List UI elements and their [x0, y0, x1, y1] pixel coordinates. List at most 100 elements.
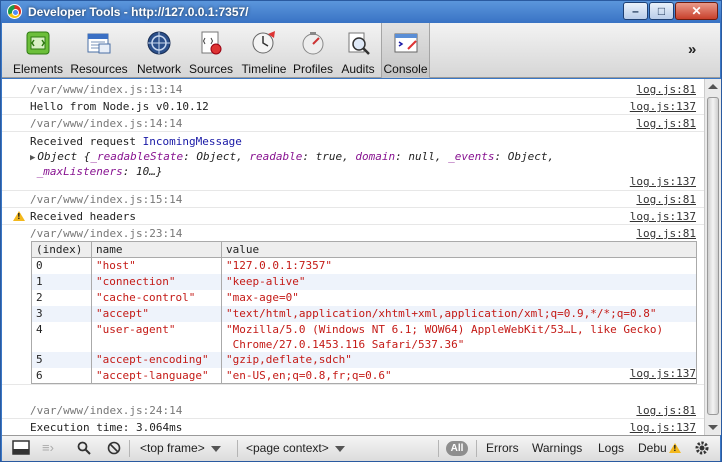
- gear-icon[interactable]: [694, 440, 710, 456]
- warning-count-icon[interactable]: [669, 443, 681, 453]
- filter-all[interactable]: All: [446, 441, 468, 456]
- chevron-down-icon: [334, 445, 345, 452]
- table-cell-value: "Mozilla/5.0 (Windows NT 6.1; WOW64) App…: [221, 321, 697, 352]
- window-title: Developer Tools - http://127.0.0.1:7357/: [28, 5, 249, 19]
- message-location: /var/www/index.js:14:14: [30, 117, 183, 130]
- source-link[interactable]: log.js:137: [630, 100, 696, 113]
- title-bar[interactable]: Developer Tools - http://127.0.0.1:7357/…: [1, 1, 721, 23]
- source-link[interactable]: log.js:81: [636, 404, 696, 417]
- resources-icon: [87, 33, 111, 54]
- console-drawer-icon[interactable]: ≡›: [42, 436, 54, 461]
- tab-resources-label: Resources: [70, 62, 128, 76]
- tab-elements[interactable]: Elements: [12, 23, 64, 78]
- context-selector[interactable]: <page context>: [246, 436, 345, 461]
- dock-icon[interactable]: [12, 440, 30, 456]
- console-message: Execution time: 3.064ms log.js:137: [2, 419, 704, 435]
- tab-audits[interactable]: Audits: [338, 23, 378, 78]
- table-cell-value: "max-age=0": [221, 289, 697, 306]
- filter-logs[interactable]: Logs: [598, 436, 624, 461]
- tab-timeline[interactable]: Timeline: [238, 23, 290, 78]
- object-open: {: [77, 150, 91, 163]
- table-cell-index: 6: [31, 367, 92, 384]
- table-cell-index: 2: [31, 289, 92, 306]
- table-cell-index: 5: [31, 351, 92, 368]
- chevron-down-icon: [210, 445, 221, 452]
- divider: [129, 440, 130, 457]
- tab-console[interactable]: Console: [381, 23, 430, 78]
- tab-profiles-label: Profiles: [292, 62, 333, 76]
- divider: [476, 440, 477, 457]
- audits-icon: [348, 32, 370, 55]
- message-location: /var/www/index.js:24:14: [30, 404, 183, 417]
- table-header[interactable]: value: [221, 241, 697, 258]
- table-header[interactable]: (index): [31, 241, 92, 258]
- table-cell-value: "text/html,application/xhtml+xml,applica…: [221, 305, 697, 322]
- close-button[interactable]: ✕: [675, 2, 718, 20]
- tab-console-label: Console: [383, 62, 428, 76]
- source-link[interactable]: log.js:137: [630, 175, 696, 188]
- message-prefix: Received request: [30, 135, 143, 148]
- prop-key: _maxListeners: [36, 165, 123, 178]
- filter-debug[interactable]: Debu: [638, 436, 670, 461]
- minimize-button[interactable]: –: [623, 2, 648, 20]
- tab-sources[interactable]: Sources: [187, 23, 235, 78]
- search-icon[interactable]: [77, 441, 91, 455]
- table-header[interactable]: name: [91, 241, 222, 258]
- table-cell-value: "keep-alive": [221, 273, 697, 290]
- scroll-down-icon[interactable]: [708, 425, 718, 430]
- expand-triangle-icon[interactable]: ▶: [30, 152, 35, 165]
- tab-network[interactable]: Network: [134, 23, 184, 78]
- tab-profiles[interactable]: Profiles: [292, 23, 334, 78]
- table-row: 1 "connection" "keep-alive": [31, 273, 697, 290]
- source-link[interactable]: log.js:137: [630, 421, 696, 434]
- message-location: /var/www/index.js:15:14: [30, 193, 183, 206]
- table-cell-index: 1: [31, 273, 92, 290]
- network-icon: [147, 31, 171, 55]
- frame-selector[interactable]: <top frame>: [140, 436, 221, 461]
- table-cell-name: "host": [91, 257, 222, 274]
- source-link[interactable]: log.js:137: [630, 210, 696, 223]
- table-cell-value: "en-US,en;q=0.8,fr;q=0.6": [221, 367, 697, 384]
- source-link[interactable]: log.js:81: [636, 227, 696, 240]
- tab-timeline-label: Timeline: [241, 62, 287, 76]
- object-preview[interactable]: ▶ Object {_readableState: Object, readabl…: [30, 150, 630, 178]
- message-location: /var/www/index.js:23:14: [30, 227, 183, 240]
- elements-icon: [26, 31, 50, 55]
- vertical-scrollbar[interactable]: [704, 79, 721, 435]
- devtools-window: Developer Tools - http://127.0.0.1:7357/…: [0, 0, 722, 462]
- message-text: Received request IncomingMessage: [30, 135, 242, 148]
- table-cell-name: "accept": [91, 305, 222, 322]
- divider: [237, 440, 238, 457]
- table-row: 2 "cache-control" "max-age=0": [31, 289, 697, 306]
- prop-value: Object: [196, 150, 237, 163]
- tab-resources[interactable]: Resources: [68, 23, 130, 78]
- console-message: /var/www/index.js:15:14 log.js:81: [2, 191, 704, 208]
- console-messages[interactable]: /var/www/index.js:13:14 log.js:81 Hello …: [2, 79, 704, 435]
- console-icon: [394, 33, 417, 53]
- prop-key: readable: [249, 150, 303, 163]
- console-message: /var/www/index.js:24:14 log.js:81: [2, 402, 704, 419]
- source-link[interactable]: log.js:81: [636, 83, 696, 96]
- source-link[interactable]: log.js:81: [636, 117, 696, 130]
- prop-value: null: [408, 150, 435, 163]
- filter-warnings[interactable]: Warnings: [532, 436, 582, 461]
- table-cell-name: "connection": [91, 273, 222, 290]
- maximize-button[interactable]: □: [649, 2, 674, 20]
- profiles-icon: [302, 32, 324, 55]
- toolbar-overflow-button[interactable]: »: [688, 41, 696, 58]
- sources-icon: [201, 31, 222, 55]
- frame-selector-label: <top frame>: [140, 441, 205, 455]
- clear-console-icon[interactable]: [107, 441, 121, 455]
- divider: [438, 440, 439, 457]
- table-cell-name: "cache-control": [91, 289, 222, 306]
- warning-icon: [13, 211, 25, 221]
- scroll-up-icon[interactable]: [708, 84, 718, 89]
- table-cell-name: "accept-encoding": [91, 351, 222, 368]
- filter-errors[interactable]: Errors: [486, 436, 519, 461]
- source-link[interactable]: log.js:81: [636, 193, 696, 206]
- scrollbar-thumb[interactable]: [707, 97, 719, 415]
- table-header-row: (index) name value: [31, 241, 697, 258]
- message-type: IncomingMessage: [142, 135, 242, 148]
- value-line: "Mozilla/5.0 (Windows NT 6.1; WOW64) App…: [226, 322, 664, 336]
- timeline-icon: [252, 31, 275, 54]
